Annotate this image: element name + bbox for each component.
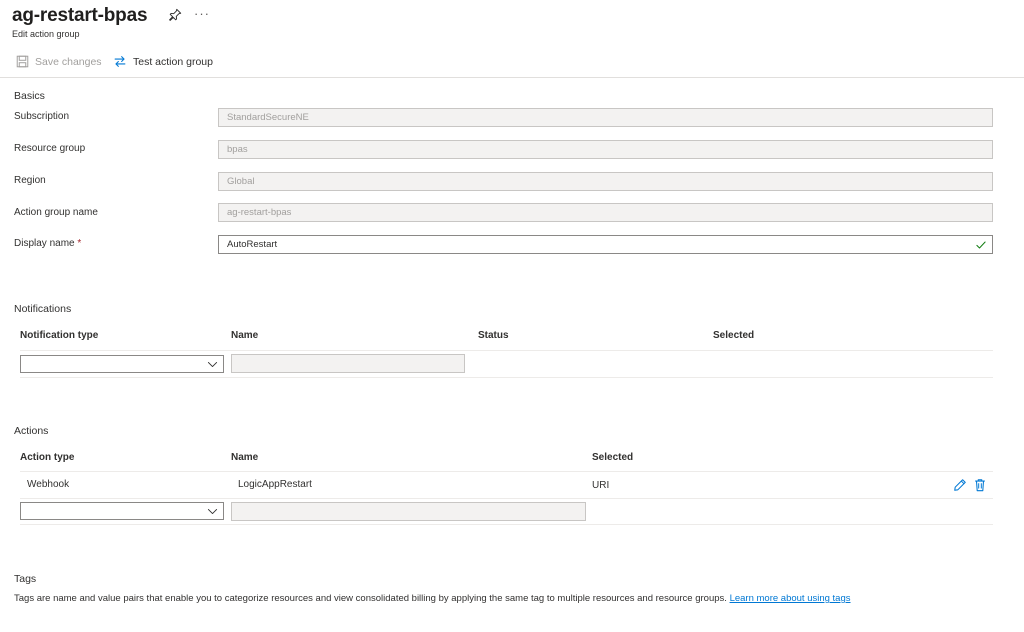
- toolbar-divider: [0, 77, 1024, 78]
- subscription-field: StandardSecureNE: [218, 108, 993, 127]
- page-title: ag-restart-bpas: [12, 5, 148, 26]
- tags-section-label: Tags: [14, 573, 37, 585]
- checkmark-icon: [976, 241, 986, 249]
- action-group-name-label: Action group name: [14, 207, 98, 218]
- actions-row-divider: [20, 498, 993, 499]
- action-row-name: LogicAppRestart: [238, 479, 312, 490]
- page-subtitle: Edit action group: [12, 29, 80, 39]
- tags-description: Tags are name and value pairs that enabl…: [14, 593, 851, 604]
- action-group-name-field: ag-restart-bpas: [218, 203, 993, 222]
- resource-group-label: Resource group: [14, 143, 86, 154]
- test-action-group-button[interactable]: Test action group: [113, 55, 213, 68]
- swap-arrows-icon: [114, 56, 126, 67]
- basics-section-label: Basics: [14, 90, 45, 102]
- learn-more-tags-link[interactable]: Learn more about using tags: [730, 593, 851, 604]
- pin-icon[interactable]: [168, 8, 182, 22]
- notifications-col-status: Status: [478, 330, 509, 341]
- actions-new-row-divider: [20, 524, 993, 525]
- tags-description-text: Tags are name and value pairs that enabl…: [14, 593, 727, 604]
- subscription-label: Subscription: [14, 111, 70, 122]
- notifications-col-selected: Selected: [713, 330, 755, 341]
- save-changes-label: Save changes: [35, 55, 102, 68]
- save-icon: [16, 55, 29, 68]
- resource-group-field: bpas: [218, 140, 993, 159]
- notifications-row-divider: [20, 377, 993, 378]
- chevron-down-icon: [207, 508, 218, 515]
- notifications-col-type: Notification type: [20, 330, 99, 341]
- notification-name-input[interactable]: [231, 354, 465, 373]
- actions-col-type: Action type: [20, 452, 75, 463]
- notifications-section-label: Notifications: [14, 303, 72, 315]
- save-changes-button[interactable]: Save changes: [16, 55, 102, 68]
- notification-type-dropdown[interactable]: [20, 355, 224, 373]
- more-options-button[interactable]: ···: [194, 6, 210, 21]
- delete-trash-icon[interactable]: [973, 478, 987, 492]
- display-name-input[interactable]: AutoRestart: [218, 235, 993, 254]
- actions-section-label: Actions: [14, 425, 49, 437]
- notifications-header-divider: [20, 350, 993, 351]
- action-name-input[interactable]: [231, 502, 586, 521]
- display-name-value: AutoRestart: [227, 239, 278, 250]
- region-field: Global: [218, 172, 993, 191]
- required-marker: *: [77, 238, 82, 249]
- test-action-group-label: Test action group: [133, 55, 213, 68]
- region-label: Region: [14, 175, 46, 186]
- actions-col-selected: Selected: [592, 452, 634, 463]
- action-row-selected: URI: [592, 480, 610, 491]
- display-name-label: Display name *: [14, 238, 81, 249]
- notifications-col-name: Name: [231, 330, 259, 341]
- display-name-label-text: Display name: [14, 238, 75, 249]
- chevron-down-icon: [207, 361, 218, 368]
- edit-pencil-icon[interactable]: [953, 478, 967, 492]
- action-row-type: Webhook: [27, 479, 70, 490]
- action-type-dropdown[interactable]: [20, 502, 224, 520]
- actions-header-divider: [20, 471, 993, 472]
- actions-col-name: Name: [231, 452, 259, 463]
